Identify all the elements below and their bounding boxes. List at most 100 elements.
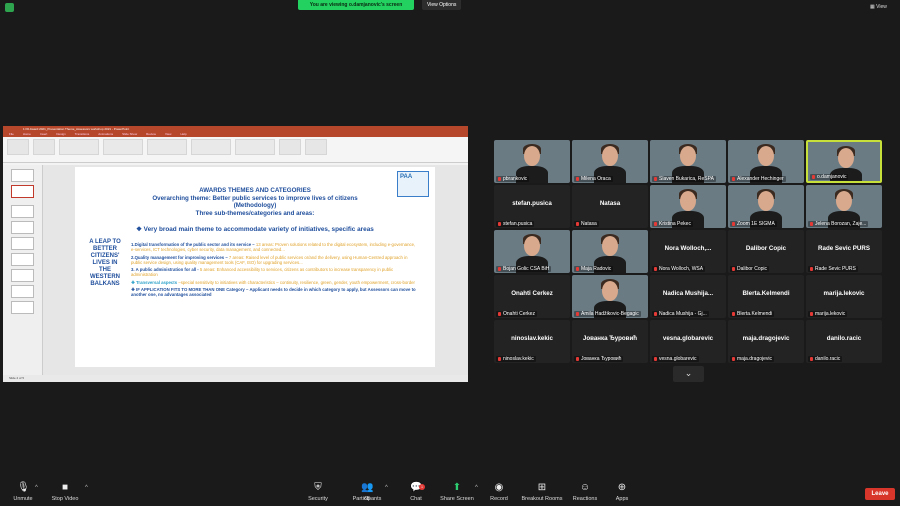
video-face	[758, 146, 774, 166]
participant-tile[interactable]: danilo.racic danilo.racic	[806, 320, 882, 363]
participant-label-text: Slaven Bukarica, ReSPA	[659, 176, 714, 182]
participant-tile[interactable]: Bojan Golic CSA BiH	[494, 230, 570, 273]
slide-thumbnail[interactable]	[11, 285, 34, 298]
stop-video-label: Stop Video	[51, 496, 79, 502]
participant-tile[interactable]: Nadica Mushija... Nadica Mushija - Gj...	[650, 275, 726, 318]
breakout-label: Breakout Rooms	[521, 496, 563, 502]
microphone-muted-icon: 🎙	[17, 482, 30, 493]
chevron-down-icon[interactable]: ⌄	[673, 366, 704, 382]
ppt-tab[interactable]: Transitions	[75, 132, 90, 137]
participant-tile[interactable]: Kristina Pekec	[650, 185, 726, 228]
participant-tile[interactable]: Amila Hadžikovic-Begagic	[572, 275, 648, 318]
ribbon-group[interactable]	[235, 139, 275, 155]
participant-tile[interactable]: Milena Oraca	[572, 140, 648, 183]
participant-label: Jelena Borozan, Zaje...	[808, 221, 869, 227]
mic-muted-icon	[576, 312, 579, 316]
reactions-label: Reactions	[572, 496, 598, 502]
participant-tile[interactable]: Јованка Ђуровић Јованка Ђуровић	[572, 320, 648, 363]
participant-label: Nadica Mushija - Gj...	[652, 311, 709, 317]
slide-canvas[interactable]: PAA AWARDS THEMES AND CATEGORIES Overarc…	[75, 167, 435, 367]
ribbon-group[interactable]	[7, 139, 29, 155]
stop-video-button[interactable]: ■ Stop Video	[40, 483, 90, 503]
caret-up-icon[interactable]: ^	[35, 485, 38, 491]
video-face	[524, 236, 540, 256]
ppt-tab[interactable]: View	[165, 132, 171, 137]
ppt-tab[interactable]: Home	[23, 132, 31, 137]
slide-thumbnail[interactable]	[11, 169, 34, 182]
participant-label-text: Nadica Mushija - Gj...	[659, 311, 707, 317]
item-bold: 1.Digital transformation of the public s…	[131, 242, 255, 247]
participant-name: Natasa	[599, 200, 621, 207]
mic-muted-icon	[654, 222, 657, 226]
slide-thumbnail[interactable]	[11, 253, 34, 266]
slide-thumbnail[interactable]	[11, 269, 34, 282]
ppt-tab[interactable]: Slide Show	[122, 132, 137, 137]
ribbon-group[interactable]	[103, 139, 143, 155]
participant-label-text: danilo.racic	[815, 356, 841, 362]
participant-tile[interactable]: marija.lekovic marija.lekovic	[806, 275, 882, 318]
video-face	[602, 236, 618, 256]
slide-item: 2.Quality management for improving servi…	[131, 255, 419, 266]
slide-thumbnail-selected[interactable]	[11, 185, 34, 198]
ppt-tab[interactable]: Insert	[40, 132, 48, 137]
mic-muted-icon	[654, 357, 657, 361]
participant-tile[interactable]: stefan.pusica stefan.pusica	[494, 185, 570, 228]
participant-tile[interactable]: Maja Radovic	[572, 230, 648, 273]
participant-tile[interactable]: Onahti Čerkez Onahti Čerkez	[494, 275, 570, 318]
heading-line: Three sub-themes/categories and areas:	[195, 209, 315, 217]
slide-thumbnail[interactable]	[11, 205, 34, 218]
participant-tile[interactable]: Rade Sevic PURS Rade Sevic PURS	[806, 230, 882, 273]
shield-icon[interactable]	[5, 3, 14, 12]
participant-tile[interactable]: maja.dragojevic maja.dragojevic	[728, 320, 804, 363]
ppt-tab[interactable]: File	[9, 132, 14, 137]
caret-up-icon[interactable]: ^	[385, 485, 388, 491]
ribbon-group[interactable]	[279, 139, 301, 155]
item-bold: 3. A public administration for all -	[131, 267, 199, 273]
participant-tile[interactable]: Natasa Natasa	[572, 185, 648, 228]
participant-label-text: Onahti Čerkez	[503, 311, 535, 317]
participant-label-text: Amila Hadžikovic-Begagic	[581, 311, 639, 317]
security-button[interactable]: ⛨ Security	[293, 483, 343, 503]
record-icon: ◉	[494, 482, 504, 493]
participant-label-text: Blerta.Kelmendi	[737, 311, 773, 317]
slide-thumbnail[interactable]	[11, 301, 34, 314]
participant-tile[interactable]: Jelena Borozan, Zaje...	[806, 185, 882, 228]
leave-button[interactable]: Leave	[865, 488, 895, 500]
view-button[interactable]: ▦ View	[870, 4, 887, 10]
participants-icon: 👥68	[361, 482, 374, 503]
apps-button[interactable]: ⊕ Apps	[597, 482, 647, 503]
ribbon-group[interactable]	[59, 139, 99, 155]
participant-name: maja.dragojevic	[742, 335, 790, 342]
heading-line: Overarching theme: Better public service…	[152, 194, 358, 202]
participant-tile[interactable]: Zoom 1E SIGMA	[728, 185, 804, 228]
participant-tile[interactable]: ninoslav.kekic ninoslav.kekic	[494, 320, 570, 363]
slide-thumbnail[interactable]	[11, 221, 34, 234]
ribbon-group[interactable]	[191, 139, 231, 155]
participant-tile[interactable]: Blerta.Kelmendi Blerta.Kelmendi	[728, 275, 804, 318]
participant-name: marija.lekovic	[823, 290, 865, 297]
ppt-tab[interactable]: Help	[180, 132, 186, 137]
ppt-tab[interactable]: Design	[56, 132, 65, 137]
apps-label: Apps	[615, 496, 629, 502]
participant-label-text: Nora Wolloch, WSA	[659, 266, 704, 272]
participant-tile[interactable]: Slaven Bukarica, ReSPA	[650, 140, 726, 183]
heading-line: AWARDS THEMES AND CATEGORIES	[199, 187, 311, 194]
participant-tile[interactable]: Dalibor Copic Dalibor Copic	[728, 230, 804, 273]
ppt-tab[interactable]: Review	[146, 132, 156, 137]
participant-tile[interactable]: vesna.globarevic vesna.globarevic	[650, 320, 726, 363]
shared-screen: 1 PA Award 2021_Presentation Theme_Asses…	[3, 126, 468, 382]
ribbon-group[interactable]	[33, 139, 55, 155]
participant-tile[interactable]: o.damjanovic	[806, 140, 882, 183]
apps-icon: ⊕	[617, 482, 627, 493]
participant-tile[interactable]: Nora Wolloch,... Nora Wolloch, WSA	[650, 230, 726, 273]
view-options-button[interactable]: View Options	[422, 0, 462, 10]
participant-label-text: Milena Oraca	[581, 176, 611, 182]
caret-up-icon[interactable]: ^	[85, 485, 88, 491]
ppt-tab[interactable]: Animations	[98, 132, 113, 137]
participant-tile[interactable]: pbrankovic	[494, 140, 570, 183]
ribbon-group[interactable]	[147, 139, 187, 155]
ribbon-group[interactable]	[305, 139, 327, 155]
meeting-toolbar: 🎙 Unmute ^ ■ Stop Video ^ ⛨ Security 👥68 Par…	[0, 478, 900, 506]
participant-tile[interactable]: Alexander Hechinger	[728, 140, 804, 183]
slide-thumbnail[interactable]	[11, 237, 34, 250]
